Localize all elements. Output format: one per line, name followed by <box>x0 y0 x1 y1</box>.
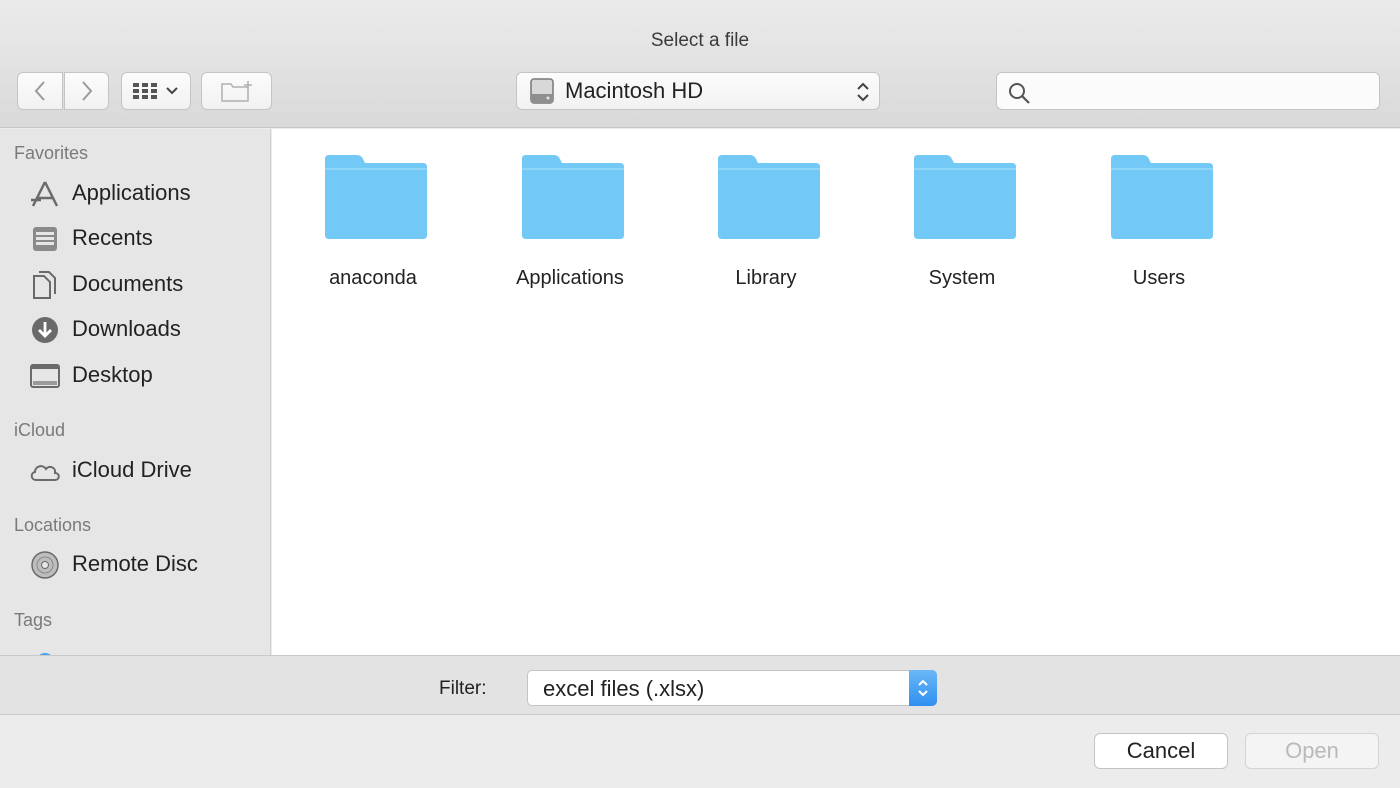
new-folder-icon <box>220 81 252 102</box>
sidebar-item-label: Recents <box>72 225 153 250</box>
recents-icon <box>33 227 57 251</box>
folder-name: System <box>928 267 996 289</box>
updown-arrows-icon <box>909 670 937 706</box>
sidebar-item-label: Applications <box>72 180 191 205</box>
folder-name: anaconda <box>329 267 417 289</box>
icon-grid-icon <box>133 83 157 99</box>
documents-icon <box>33 271 56 299</box>
cancel-button[interactable]: Cancel <box>1094 733 1228 769</box>
file-dialog: Select a file Macintosh HD Favorites App… <box>0 0 1400 788</box>
section-tags: Tags <box>14 610 53 630</box>
back-button[interactable] <box>17 72 63 110</box>
sidebar-item-documents[interactable]: Documents <box>0 264 270 304</box>
filter-label: Filter: <box>439 678 487 699</box>
desktop-icon <box>30 364 60 388</box>
sidebar-item-applications[interactable]: Applications <box>0 173 270 213</box>
folder-icon <box>325 155 427 239</box>
dialog-title: Select a file <box>650 30 750 51</box>
sidebar-item-desktop[interactable]: Desktop <box>0 355 270 395</box>
chevron-down-icon <box>166 87 178 95</box>
folder-icon <box>914 155 1016 239</box>
location-popup[interactable]: Macintosh HD <box>516 72 880 110</box>
folder-item[interactable]: Applications <box>480 155 660 305</box>
search-field[interactable] <box>996 72 1380 110</box>
folder-icon <box>1111 155 1213 239</box>
section-favorites: Favorites <box>14 143 89 163</box>
folder-icon <box>522 155 624 239</box>
sidebar-item-label: Desktop <box>72 362 153 387</box>
sidebar-item-label: Remote Disc <box>72 551 198 576</box>
chevron-left-icon <box>34 81 45 101</box>
button-bar: Cancel Open <box>0 716 1400 788</box>
hard-disk-icon <box>530 78 554 104</box>
open-button[interactable]: Open <box>1245 733 1379 769</box>
filter-bar: Filter: excel files (.xlsx) <box>0 655 1400 715</box>
sidebar-item-recents[interactable]: Recents <box>0 218 270 258</box>
sidebar-item-label: Documents <box>72 271 184 296</box>
view-mode-button[interactable] <box>121 72 191 110</box>
icloud-icon <box>30 465 60 481</box>
folder-name: Applications <box>516 267 624 289</box>
filter-select[interactable]: excel files (.xlsx) <box>527 670 937 706</box>
folder-icon <box>718 155 820 239</box>
forward-button[interactable] <box>64 72 109 110</box>
tag-color-icon <box>39 653 51 655</box>
section-locations: Locations <box>14 515 92 535</box>
folder-item[interactable]: anaconda <box>283 155 463 305</box>
file-browser: anaconda Applications Library System Use… <box>272 129 1400 655</box>
sidebar-item-remote-disc[interactable]: Remote Disc <box>0 544 270 584</box>
folder-name: Library <box>735 267 797 289</box>
folder-name: Users <box>1132 267 1186 289</box>
filter-value: excel files (.xlsx) <box>543 676 705 701</box>
new-folder-button[interactable] <box>201 72 272 110</box>
sidebar-item-label: Downloads <box>72 316 181 341</box>
search-input[interactable] <box>1041 77 1371 105</box>
applications-icon <box>31 181 59 207</box>
updown-arrows-icon <box>857 82 869 102</box>
section-icloud: iCloud <box>14 420 66 440</box>
folder-item[interactable]: System <box>872 155 1052 305</box>
folder-item[interactable]: Users <box>1069 155 1249 305</box>
titlebar: Select a file Macintosh HD <box>0 0 1400 128</box>
location-label: Macintosh HD <box>565 78 704 103</box>
chevron-right-icon <box>81 81 92 101</box>
disc-icon <box>31 551 59 579</box>
sidebar: Favorites Applications Recents Documents <box>0 129 271 655</box>
downloads-icon <box>32 317 58 343</box>
search-icon <box>1009 83 1030 104</box>
folder-item[interactable]: Library <box>676 155 856 305</box>
sidebar-item-tag-partial[interactable] <box>0 641 270 655</box>
sidebar-item-icloud-drive[interactable]: iCloud Drive <box>0 450 270 490</box>
sidebar-item-label: iCloud Drive <box>72 457 192 482</box>
sidebar-item-downloads[interactable]: Downloads <box>0 309 270 349</box>
